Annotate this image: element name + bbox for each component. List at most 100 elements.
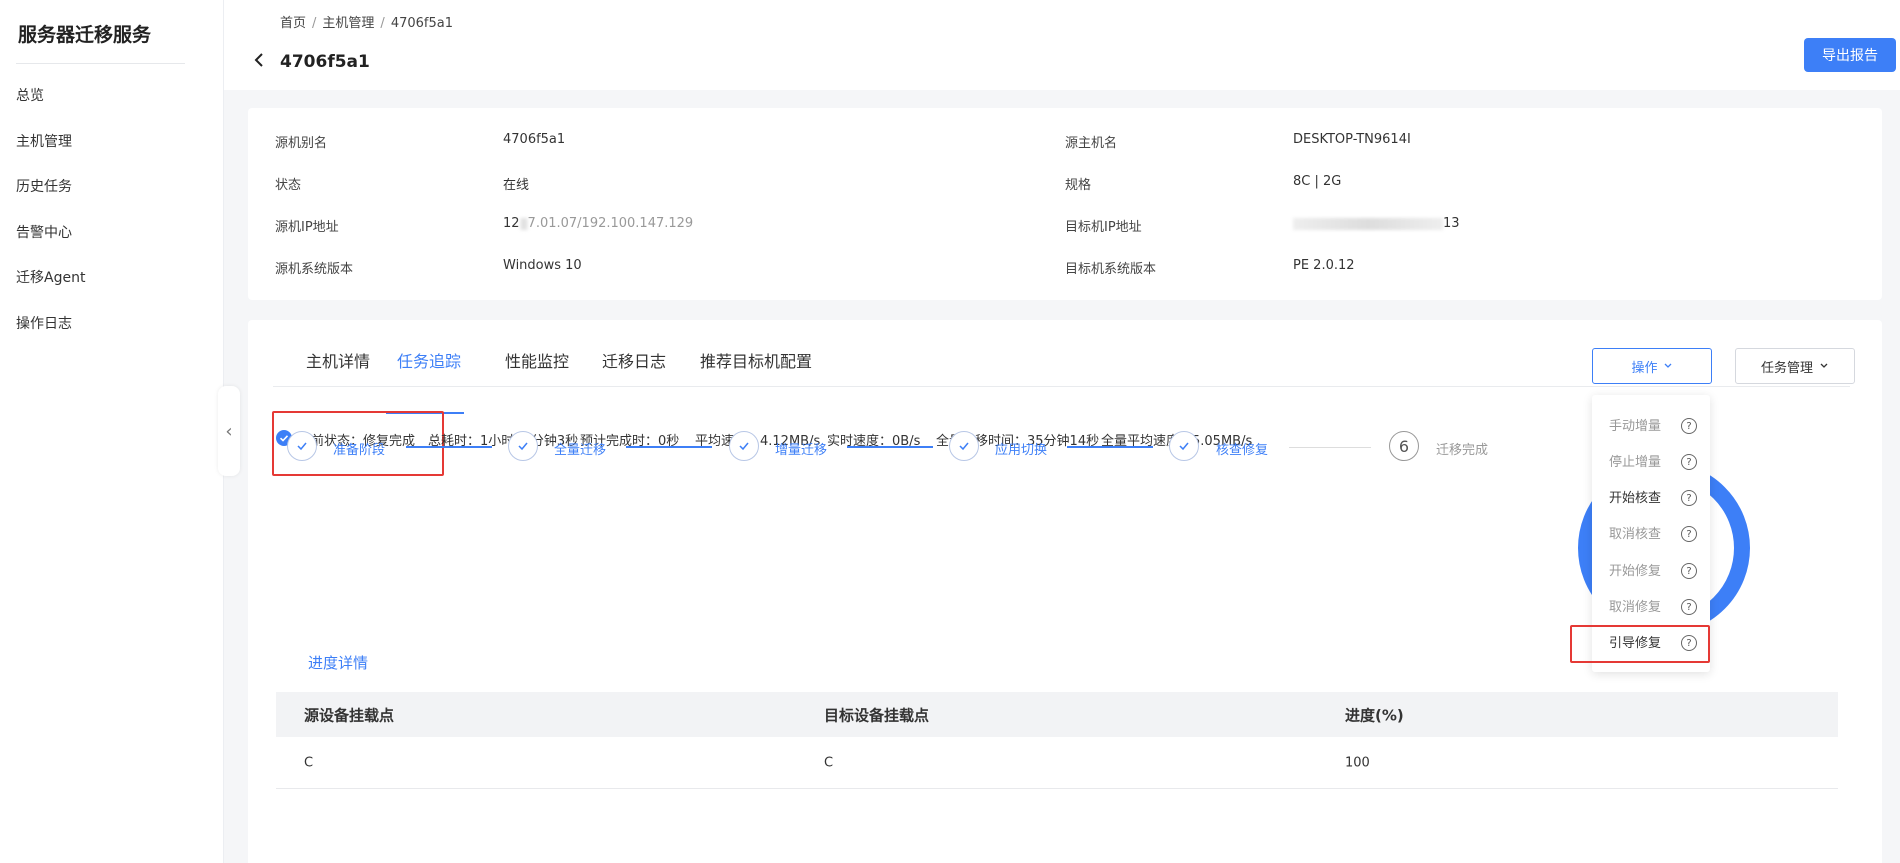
column-header: 进度(%) — [1345, 706, 1404, 724]
menu-item-cancel-verify[interactable]: 取消核查 — [1609, 523, 1661, 542]
step-number: 6 — [1398, 436, 1410, 456]
step-label-complete: 迁移完成 — [1436, 443, 1489, 458]
step-label-switchover: 应用切换 — [995, 443, 1048, 458]
sidebar-item-migration-agent[interactable]: 迁移Agent — [16, 267, 85, 287]
table-cell: C — [304, 755, 314, 770]
breadcrumb-separator: / — [380, 16, 385, 31]
progress-table: 源设备挂载点 目标设备挂载点 进度(%) C C 100 — [276, 692, 1838, 789]
step-label-full-migration: 全量迁移 — [554, 443, 607, 458]
info-label-source-os: 源机系统版本 — [275, 262, 354, 277]
help-icon[interactable]: ? — [1681, 454, 1697, 470]
sidebar: 服务器迁移服务 总览 主机管理 历史任务 告警中心 迁移Agent 操作日志 — [0, 0, 224, 863]
menu-item-manual-incremental[interactable]: 手动增量 — [1609, 415, 1661, 434]
check-icon — [959, 442, 969, 451]
chevron-down-icon — [1664, 363, 1671, 368]
annotation-highlight-box — [1570, 625, 1710, 663]
sidebar-divider — [16, 63, 185, 64]
tab-progress-details[interactable]: 进度详情 — [308, 652, 368, 673]
menu-item-start-verify[interactable]: 开始核查 — [1609, 487, 1661, 506]
info-label-target-os: 目标机系统版本 — [1065, 262, 1157, 277]
table-cell: 100 — [1345, 755, 1370, 770]
info-value-source-os: Windows 10 — [503, 258, 582, 273]
breadcrumb-separator: / — [312, 16, 317, 31]
info-value-source-alias: 4706f5a1 — [503, 132, 566, 147]
menu-item-start-repair[interactable]: 开始修复 — [1609, 560, 1661, 579]
help-icon[interactable]: ? — [1681, 599, 1697, 615]
app-title: 服务器迁移服务 — [18, 24, 152, 46]
sidebar-item-history-tasks[interactable]: 历史任务 — [16, 176, 72, 196]
back-arrow-icon[interactable] — [250, 50, 270, 70]
table-row: C C 100 — [276, 737, 1838, 789]
help-icon[interactable]: ? — [1681, 526, 1697, 542]
info-label-source-hostname: 源主机名 — [1065, 136, 1118, 151]
step-done-icon — [287, 431, 317, 461]
tab-recommended-target-config[interactable]: 推荐目标机配置 — [700, 348, 812, 372]
sidebar-item-operation-log[interactable]: 操作日志 — [16, 313, 72, 333]
info-value-target-os: PE 2.0.12 — [1293, 258, 1355, 273]
redacted-block — [1293, 217, 1443, 230]
tab-migration-log[interactable]: 迁移日志 — [602, 348, 666, 372]
chevron-left-icon: ‹ — [225, 420, 233, 442]
step-label-prepare: 准备阶段 — [333, 443, 386, 458]
info-label-spec: 规格 — [1065, 178, 1092, 193]
column-header: 目标设备挂载点 — [824, 706, 930, 724]
breadcrumb-host-management[interactable]: 主机管理 — [322, 16, 374, 31]
step-done-icon — [1169, 431, 1199, 461]
info-label-target-ip: 目标机IP地址 — [1065, 220, 1142, 235]
breadcrumb-current: 4706f5a1 — [390, 16, 453, 31]
step-connector — [406, 446, 492, 448]
step-connector — [847, 446, 933, 448]
source-ip-suffix: 7.01.07/192.100.147.129 — [527, 216, 694, 231]
info-value-source-hostname: DESKTOP-TN9614I — [1293, 132, 1411, 147]
table-cell: C — [824, 755, 834, 770]
sidebar-collapse-handle[interactable]: ‹ — [218, 386, 240, 476]
source-ip-prefix: 12 — [503, 216, 520, 231]
operation-button-label: 操作 — [1631, 360, 1658, 376]
step-done-icon — [508, 431, 538, 461]
chevron-down-icon — [1820, 363, 1828, 368]
column-header: 源设备挂载点 — [304, 706, 395, 724]
check-icon — [297, 442, 307, 451]
sidebar-item-overview[interactable]: 总览 — [16, 85, 44, 105]
table-header: 源设备挂载点 目标设备挂载点 进度(%) — [276, 692, 1838, 737]
check-icon — [518, 442, 528, 451]
step-done-icon — [949, 431, 979, 461]
breadcrumb: 首页 / 主机管理 / 4706f5a1 — [280, 12, 453, 31]
tabs-divider — [273, 386, 1850, 387]
help-icon[interactable]: ? — [1681, 418, 1697, 434]
info-value-target-ip: 13 — [1293, 216, 1460, 231]
sidebar-item-host-management[interactable]: 主机管理 — [16, 131, 72, 151]
info-label-source-ip: 源机IP地址 — [275, 220, 339, 235]
step-connector — [1289, 447, 1371, 448]
check-icon — [739, 442, 749, 451]
redacted-block — [519, 217, 528, 230]
info-label-source-alias: 源机别名 — [275, 136, 328, 151]
step-number-icon: 6 — [1389, 431, 1419, 461]
target-ip-suffix: 13 — [1443, 216, 1460, 231]
menu-item-cancel-repair[interactable]: 取消修复 — [1609, 596, 1661, 615]
step-label-incremental: 增量迁移 — [775, 443, 828, 458]
breadcrumb-home[interactable]: 首页 — [280, 16, 306, 31]
info-label-status: 状态 — [275, 178, 302, 193]
host-info-card: 源机别名 4706f5a1 状态 在线 源机IP地址 12 7.01.07/192… — [248, 108, 1882, 300]
help-icon[interactable]: ? — [1681, 490, 1697, 506]
page-header: 首页 / 主机管理 / 4706f5a1 4706f5a1 — [224, 0, 1900, 90]
info-value-source-ip: 12 7.01.07/192.100.147.129 — [503, 216, 693, 231]
step-connector — [626, 446, 712, 448]
info-value-spec: 8C | 2G — [1293, 174, 1342, 189]
step-done-icon — [729, 431, 759, 461]
step-connector — [1067, 446, 1153, 448]
tab-host-details[interactable]: 主机详情 — [306, 348, 370, 372]
task-management-dropdown-button[interactable]: 任务管理 — [1735, 348, 1855, 384]
step-label-verify-repair: 核查修复 — [1216, 443, 1269, 458]
tab-performance-monitor[interactable]: 性能监控 — [505, 348, 569, 372]
page-title: 4706f5a1 — [280, 52, 370, 72]
operation-dropdown-button[interactable]: 操作 — [1592, 348, 1712, 384]
menu-item-stop-incremental[interactable]: 停止增量 — [1609, 451, 1661, 470]
sidebar-item-alert-center[interactable]: 告警中心 — [16, 222, 72, 242]
export-report-button[interactable]: 导出报告 — [1804, 38, 1896, 72]
task-management-button-label: 任务管理 — [1760, 360, 1813, 376]
tab-task-tracking[interactable]: 任务追踪 — [397, 348, 461, 372]
check-icon — [1179, 442, 1189, 451]
help-icon[interactable]: ? — [1681, 563, 1697, 579]
